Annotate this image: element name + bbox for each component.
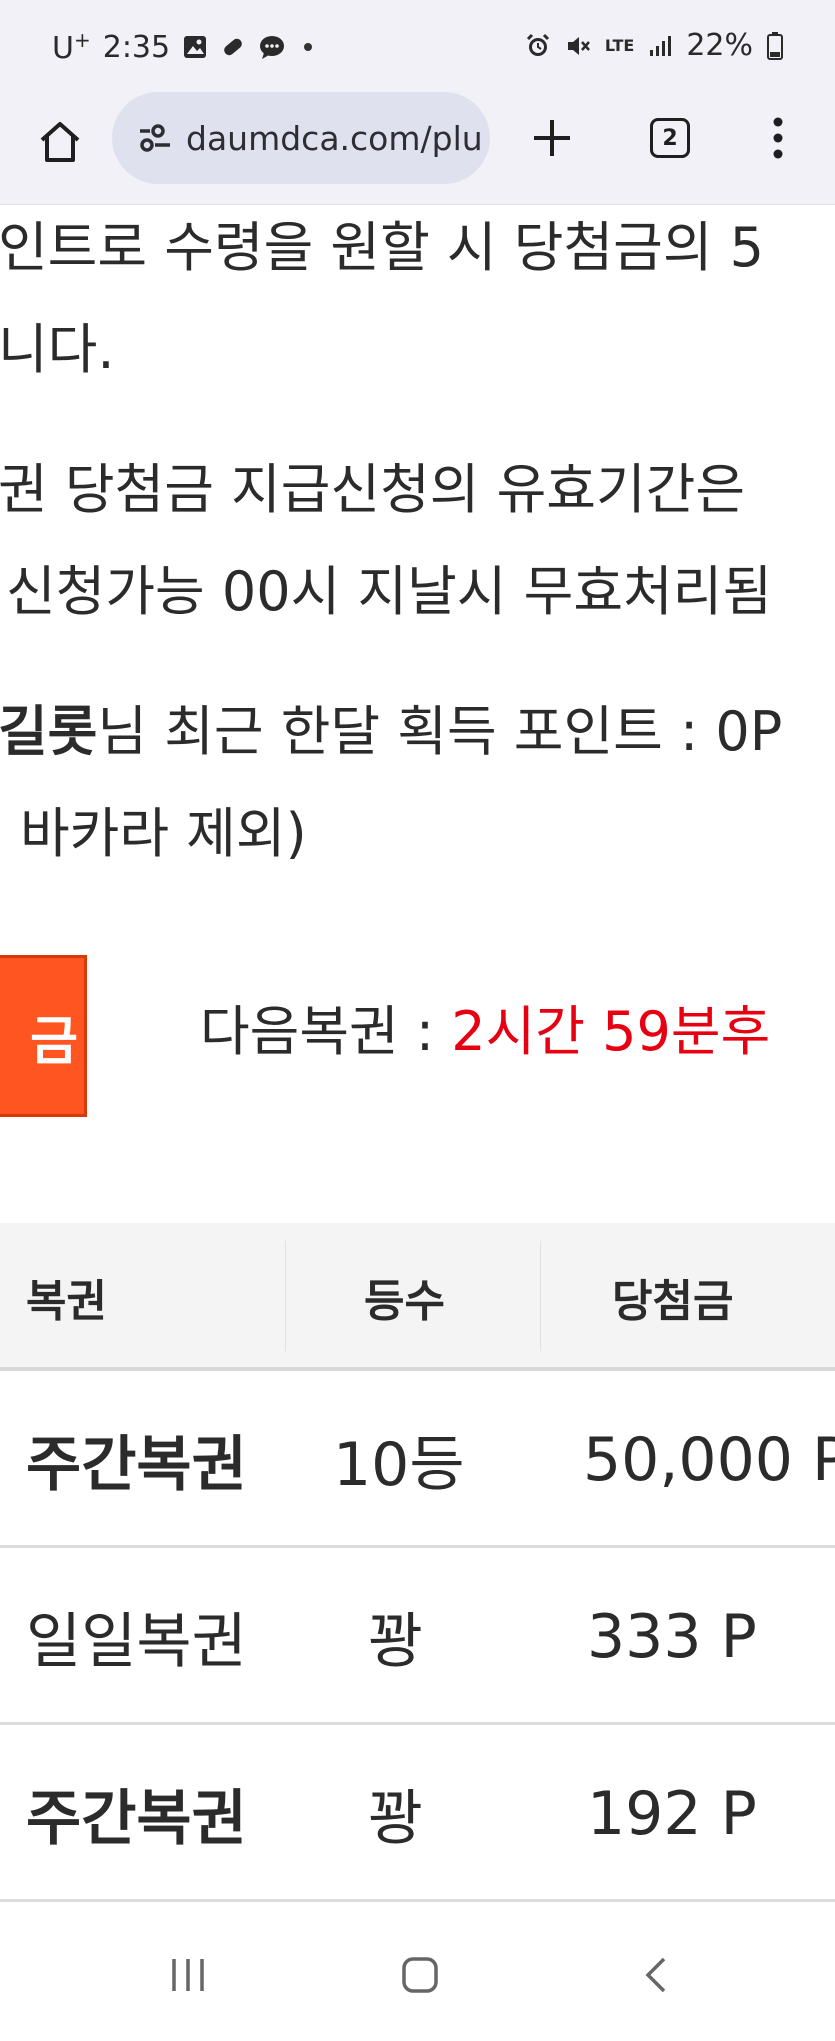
notice-line-6: 바카라 제외)	[20, 802, 307, 865]
row-prize: 192 P	[587, 1778, 757, 1849]
address-bar[interactable]: daumdca.com/plu	[112, 92, 490, 184]
browser-toolbar: daumdca.com/plu 2	[0, 90, 835, 205]
alarm-icon	[525, 33, 551, 59]
more-menu-button[interactable]	[748, 108, 808, 168]
tab-count: 2	[650, 118, 690, 158]
url-text: daumdca.com/plu	[186, 118, 483, 158]
header-rank: 등수	[364, 1276, 445, 1327]
system-nav-bar	[0, 1905, 835, 2041]
network-label: LTE	[604, 36, 635, 55]
points-line: 길롯님 최근 한달 획득 포인트 : 0P	[0, 687, 782, 766]
row-rank: 10등	[333, 1430, 465, 1500]
status-right: LTE 22%	[525, 28, 783, 63]
table-row: 주간복권 10등 50,000 P	[0, 1371, 835, 1548]
next-lottery: 다음복권 : 2시간 59분후	[200, 987, 770, 1066]
row-lottery-name: 주간복권	[26, 1430, 247, 1500]
status-left: U+ 2:35	[52, 28, 313, 66]
table-header: 복권 등수 당첨금	[0, 1223, 835, 1371]
lottery-results-table: 복권 등수 당첨금 주간복권 10등 50,000 P 일일복권 꽝 333 P…	[0, 1223, 835, 1902]
next-lottery-label: 다음복권 :	[200, 1000, 452, 1063]
home-button[interactable]	[30, 112, 90, 172]
recent-apps-icon	[172, 1959, 204, 1991]
header-lottery: 복권	[26, 1276, 107, 1327]
header-divider	[540, 1241, 541, 1351]
site-settings-icon	[140, 124, 170, 152]
row-lottery-name: 일일복권	[26, 1607, 247, 1677]
new-tab-button[interactable]	[522, 108, 582, 168]
notification-dot-icon	[304, 43, 313, 51]
gallery-icon	[182, 34, 208, 60]
back-button[interactable]	[616, 1935, 696, 2015]
notice-line-1: 인트로 수령을 원할 시 당첨금의 5	[0, 216, 765, 279]
row-rank: 꽝	[368, 1607, 424, 1677]
home-square-icon	[402, 1957, 438, 1993]
notice-line-3: 권 당첨금 지급신청의 유효기간은	[0, 458, 746, 521]
next-lottery-countdown: 2시간 59분후	[451, 1000, 771, 1063]
table-row: 주간복권 꽝 192 P	[0, 1725, 835, 1902]
kebab-menu-icon	[773, 117, 783, 159]
home-icon	[40, 122, 80, 162]
points-text: 님 최근 한달 획득 포인트 : 0P	[97, 700, 783, 763]
carrier-label: U+	[52, 28, 91, 66]
row-lottery-name: 주간복권	[26, 1784, 247, 1854]
clock: 2:35	[102, 29, 171, 65]
battery-percent: 22%	[686, 28, 753, 63]
header-prize: 당첨금	[612, 1276, 734, 1327]
mute-icon	[565, 33, 591, 59]
row-prize: 50,000 P	[583, 1424, 835, 1495]
recent-apps-button[interactable]	[148, 1935, 228, 2015]
row-rank: 꽝	[368, 1784, 424, 1854]
claim-button[interactable]: 금	[0, 955, 87, 1117]
header-divider	[285, 1241, 286, 1351]
battery-icon	[767, 31, 783, 60]
page-content: 인트로 수령을 원할 시 당첨금의 5 니다. 권 당첨금 지급신청의 유효기간…	[0, 205, 835, 1905]
notice-line-4: 신청가능 00시 지날시 무효처리됨	[6, 560, 773, 623]
home-nav-button[interactable]	[380, 1935, 460, 2015]
chat-icon	[258, 34, 286, 60]
table-row: 일일복권 꽝 333 P	[0, 1548, 835, 1725]
back-chevron-icon	[645, 1957, 666, 1993]
tab-switcher-button[interactable]: 2	[640, 108, 700, 168]
notice-line-2: 니다.	[0, 318, 115, 381]
status-bar: U+ 2:35 LTE 22%	[0, 0, 835, 90]
signal-icon	[648, 34, 672, 58]
pill-icon	[220, 34, 246, 60]
row-prize: 333 P	[587, 1601, 757, 1672]
plus-icon	[534, 120, 570, 156]
user-name: 길롯	[0, 700, 98, 763]
